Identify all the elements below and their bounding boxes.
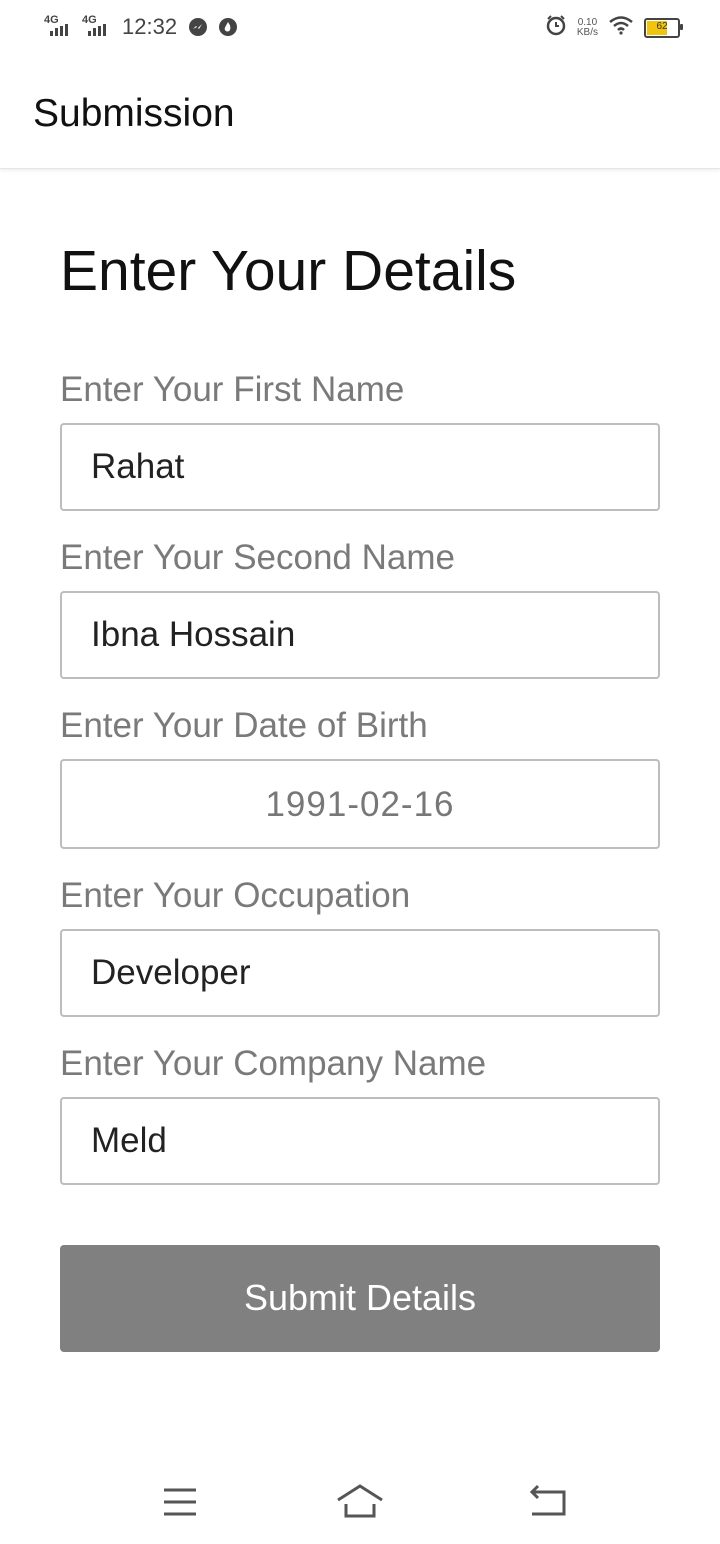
company-name-input[interactable]: Meld: [60, 1097, 660, 1185]
company-name-label: Enter Your Company Name: [60, 1044, 487, 1083]
submit-details-button[interactable]: Submit Details: [60, 1245, 660, 1352]
second-name-input[interactable]: Ibna Hossain: [60, 591, 660, 679]
status-bar: 4G 4G 12:32 0.10 KB/s 62: [0, 0, 720, 58]
signal-icon: 4G: [44, 14, 76, 40]
occupation-value: Developer: [91, 953, 251, 992]
second-name-label: Enter Your Second Name: [60, 538, 455, 577]
first-name-label: Enter Your First Name: [60, 370, 405, 409]
second-name-value: Ibna Hossain: [91, 615, 296, 654]
first-name-input[interactable]: Rahat: [60, 423, 660, 511]
occupation-input[interactable]: Developer: [60, 929, 660, 1017]
flame-icon: [219, 18, 238, 36]
alarm-icon: [545, 14, 567, 41]
date-of-birth-input[interactable]: 1991-02-16: [60, 759, 660, 849]
page-title: Submission: [33, 92, 235, 135]
form-title: Enter Your Details: [60, 239, 517, 303]
navigation-bar: [0, 1460, 720, 1544]
first-name-value: Rahat: [91, 447, 185, 486]
app-bar: Submission: [0, 58, 720, 169]
battery-level: 62: [656, 20, 668, 32]
date-of-birth-label: Enter Your Date of Birth: [60, 706, 428, 745]
back-icon[interactable]: [518, 1480, 578, 1524]
occupation-label: Enter Your Occupation: [60, 876, 411, 915]
status-time: 12:32: [122, 14, 178, 39]
battery-icon: 62: [644, 17, 683, 38]
signal-icon-2: 4G: [82, 14, 114, 40]
wifi-icon: [608, 15, 634, 40]
home-icon[interactable]: [330, 1480, 390, 1524]
network-speed: 0.10 KB/s: [576, 16, 598, 38]
date-of-birth-value: 1991-02-16: [265, 785, 455, 824]
company-name-value: Meld: [91, 1121, 167, 1160]
messenger-icon: [189, 18, 208, 36]
submit-button-label: Submit Details: [243, 1277, 477, 1318]
menu-icon[interactable]: [150, 1480, 210, 1524]
